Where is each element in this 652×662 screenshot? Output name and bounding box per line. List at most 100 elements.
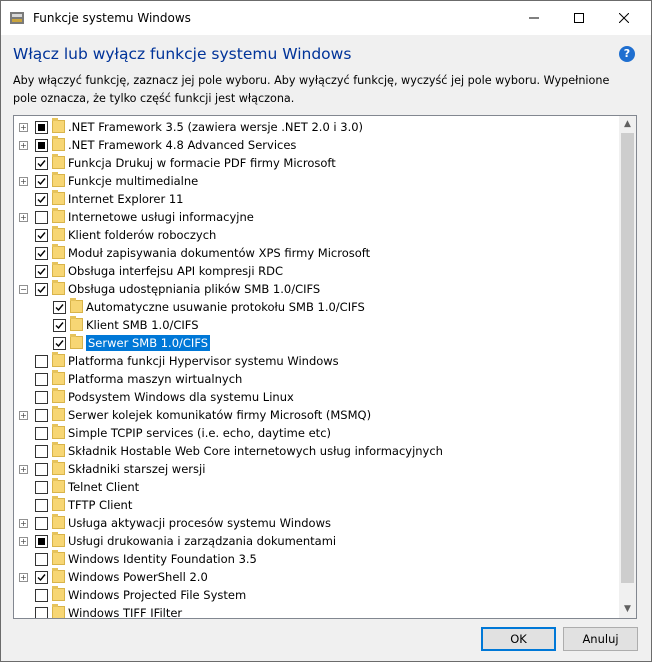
- feature-checkbox[interactable]: [35, 265, 48, 278]
- feature-label[interactable]: Funkcja Drukuj w formacie PDF firmy Micr…: [68, 156, 336, 170]
- feature-checkbox[interactable]: [35, 229, 48, 242]
- feature-label[interactable]: Windows Projected File System: [68, 588, 246, 602]
- minimize-button[interactable]: [511, 1, 557, 35]
- feature-checkbox[interactable]: [35, 499, 48, 512]
- feature-label[interactable]: Klient SMB 1.0/CIFS: [86, 318, 199, 332]
- scroll-down-icon[interactable]: ▼: [619, 601, 636, 618]
- feature-row[interactable]: Windows TIFF IFilter: [14, 604, 618, 618]
- vertical-scrollbar[interactable]: ▲ ▼: [619, 116, 636, 618]
- scroll-up-icon[interactable]: ▲: [619, 116, 636, 133]
- feature-row[interactable]: Klient folderów roboczych: [14, 226, 618, 244]
- feature-row[interactable]: Funkcja Drukuj w formacie PDF firmy Micr…: [14, 154, 618, 172]
- collapse-icon[interactable]: −: [19, 285, 28, 294]
- feature-row[interactable]: + Usługi drukowania i zarządzania dokumen…: [14, 532, 618, 550]
- feature-checkbox[interactable]: [35, 427, 48, 440]
- feature-checkbox[interactable]: [35, 139, 48, 152]
- feature-label[interactable]: Klient folderów roboczych: [68, 228, 216, 242]
- feature-row[interactable]: + Serwer kolejek komunikatów firmy Micros…: [14, 406, 618, 424]
- feature-label[interactable]: Obsługa interfejsu API kompresji RDC: [68, 264, 283, 278]
- feature-row[interactable]: Automatyczne usuwanie protokołu SMB 1.0/…: [14, 298, 618, 316]
- feature-label[interactable]: Internetowe usługi informacyjne: [68, 210, 254, 224]
- feature-label[interactable]: .NET Framework 3.5 (zawiera wersje .NET …: [68, 120, 363, 134]
- feature-row[interactable]: + .NET Framework 3.5 (zawiera wersje .NET…: [14, 118, 618, 136]
- expand-icon[interactable]: +: [19, 141, 28, 150]
- feature-checkbox[interactable]: [35, 571, 48, 584]
- feature-checkbox[interactable]: [35, 409, 48, 422]
- feature-row[interactable]: Telnet Client: [14, 478, 618, 496]
- expand-icon[interactable]: +: [19, 123, 28, 132]
- feature-row[interactable]: + Internetowe usługi informacyjne: [14, 208, 618, 226]
- feature-row[interactable]: Platforma maszyn wirtualnych: [14, 370, 618, 388]
- feature-label[interactable]: Internet Explorer 11: [68, 192, 184, 206]
- feature-row[interactable]: Simple TCPIP services (i.e. echo, daytim…: [14, 424, 618, 442]
- close-button[interactable]: [601, 1, 647, 35]
- feature-row[interactable]: Składnik Hostable Web Core internetowych…: [14, 442, 618, 460]
- feature-checkbox[interactable]: [35, 247, 48, 260]
- ok-button[interactable]: OK: [481, 627, 556, 651]
- title-bar[interactable]: Funkcje systemu Windows: [1, 1, 651, 35]
- feature-row[interactable]: + Funkcje multimedialne: [14, 172, 618, 190]
- feature-row[interactable]: + Windows PowerShell 2.0: [14, 568, 618, 586]
- feature-row[interactable]: Moduł zapisywania dokumentów XPS firmy M…: [14, 244, 618, 262]
- feature-label[interactable]: Serwer kolejek komunikatów firmy Microso…: [68, 408, 371, 422]
- feature-row[interactable]: Obsługa interfejsu API kompresji RDC: [14, 262, 618, 280]
- feature-checkbox[interactable]: [35, 121, 48, 134]
- feature-label[interactable]: Serwer SMB 1.0/CIFS: [86, 335, 211, 351]
- feature-row[interactable]: + .NET Framework 4.8 Advanced Services: [14, 136, 618, 154]
- cancel-button[interactable]: Anuluj: [563, 627, 638, 651]
- feature-checkbox[interactable]: [35, 373, 48, 386]
- feature-label[interactable]: Platforma maszyn wirtualnych: [68, 372, 242, 386]
- feature-checkbox[interactable]: [35, 463, 48, 476]
- feature-row[interactable]: Serwer SMB 1.0/CIFS: [14, 334, 618, 352]
- feature-label[interactable]: Windows TIFF IFilter: [68, 606, 182, 618]
- features-tree[interactable]: + .NET Framework 3.5 (zawiera wersje .NET…: [13, 115, 637, 619]
- feature-checkbox[interactable]: [35, 175, 48, 188]
- feature-label[interactable]: Usługi drukowania i zarządzania dokument…: [68, 534, 336, 548]
- feature-label[interactable]: Podsystem Windows dla systemu Linux: [68, 390, 294, 404]
- expand-icon[interactable]: +: [19, 177, 28, 186]
- feature-row[interactable]: Windows Projected File System: [14, 586, 618, 604]
- feature-label[interactable]: Platforma funkcji Hypervisor systemu Win…: [68, 354, 339, 368]
- feature-checkbox[interactable]: [35, 535, 48, 548]
- expand-icon[interactable]: +: [19, 537, 28, 546]
- feature-checkbox[interactable]: [35, 193, 48, 206]
- feature-row[interactable]: Internet Explorer 11: [14, 190, 618, 208]
- feature-checkbox[interactable]: [35, 517, 48, 530]
- feature-label[interactable]: Simple TCPIP services (i.e. echo, daytim…: [68, 426, 331, 440]
- feature-checkbox[interactable]: [35, 445, 48, 458]
- feature-label[interactable]: Moduł zapisywania dokumentów XPS firmy M…: [68, 246, 370, 260]
- feature-label[interactable]: Telnet Client: [68, 480, 139, 494]
- feature-label[interactable]: .NET Framework 4.8 Advanced Services: [68, 138, 296, 152]
- feature-label[interactable]: Automatyczne usuwanie protokołu SMB 1.0/…: [86, 300, 365, 314]
- feature-checkbox[interactable]: [53, 319, 66, 332]
- feature-row[interactable]: − Obsługa udostępniania plików SMB 1.0/CI…: [14, 280, 618, 298]
- feature-row[interactable]: + Usługa aktywacji procesów systemu Windo…: [14, 514, 618, 532]
- feature-checkbox[interactable]: [35, 481, 48, 494]
- scroll-thumb[interactable]: [621, 133, 634, 583]
- feature-row[interactable]: Windows Identity Foundation 3.5: [14, 550, 618, 568]
- feature-row[interactable]: TFTP Client: [14, 496, 618, 514]
- expand-icon[interactable]: +: [19, 213, 28, 222]
- help-icon[interactable]: ?: [619, 46, 635, 62]
- feature-label[interactable]: Składnik Hostable Web Core internetowych…: [68, 444, 443, 458]
- expand-icon[interactable]: +: [19, 519, 28, 528]
- feature-checkbox[interactable]: [35, 589, 48, 602]
- feature-checkbox[interactable]: [53, 301, 66, 314]
- feature-checkbox[interactable]: [53, 337, 66, 350]
- feature-row[interactable]: Klient SMB 1.0/CIFS: [14, 316, 618, 334]
- feature-checkbox[interactable]: [35, 211, 48, 224]
- expand-icon[interactable]: +: [19, 465, 28, 474]
- feature-checkbox[interactable]: [35, 391, 48, 404]
- feature-checkbox[interactable]: [35, 355, 48, 368]
- maximize-button[interactable]: [556, 1, 602, 35]
- feature-checkbox[interactable]: [35, 553, 48, 566]
- feature-checkbox[interactable]: [35, 283, 48, 296]
- feature-row[interactable]: + Składniki starszej wersji: [14, 460, 618, 478]
- feature-label[interactable]: Funkcje multimedialne: [68, 174, 198, 188]
- feature-label[interactable]: Windows Identity Foundation 3.5: [68, 552, 257, 566]
- feature-label[interactable]: Obsługa udostępniania plików SMB 1.0/CIF…: [68, 282, 320, 296]
- feature-label[interactable]: Składniki starszej wersji: [68, 462, 205, 476]
- expand-icon[interactable]: +: [19, 411, 28, 420]
- feature-checkbox[interactable]: [35, 607, 48, 618]
- feature-checkbox[interactable]: [35, 157, 48, 170]
